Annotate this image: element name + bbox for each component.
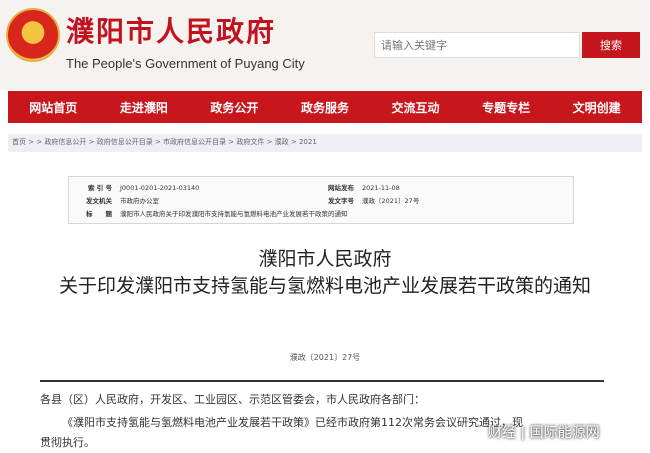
meta-docnum-label: 发文字号 (328, 197, 354, 205)
site-subtitle: The People's Government of Puyang City (66, 56, 305, 71)
national-emblem-logo (6, 8, 60, 62)
nav-item-interaction[interactable]: 交流互动 (386, 99, 446, 116)
nav-item-about[interactable]: 走进濮阳 (114, 99, 174, 116)
meta-date-value: 2021-11-08 (362, 184, 400, 192)
document-title-line1: 濮阳市人民政府 (258, 248, 392, 270)
search-button[interactable]: 搜索 (582, 32, 640, 58)
meta-date-label: 网站发布 (328, 184, 354, 192)
nav-item-gov-service[interactable]: 政务服务 (295, 99, 355, 116)
salutation: 各县（区）人民政府，开发区、工业园区、示范区管委会，市人民政府各部门： (40, 393, 425, 406)
meta-date: 网站发布 2021-11-08 (314, 182, 400, 192)
meta-org-value: 市政府办公室 (120, 197, 159, 205)
meta-org: 发文机关 市政府办公室 (72, 195, 159, 205)
site-header: 濮阳市人民政府 The People's Government of Puyan… (0, 0, 650, 90)
meta-subject-value: 濮阳市人民政府关于印发濮阳市支持氢能与氢燃料电池产业发展若干政策的通知 (120, 210, 348, 218)
search-input[interactable] (374, 32, 580, 58)
meta-index-value: J0001-0201-2021-03140 (120, 184, 200, 192)
star-icon (23, 23, 43, 42)
meta-docnum: 发文字号 濮政〔2021〕27号 (314, 195, 419, 205)
site-title[interactable]: 濮阳市人民政府 (66, 10, 276, 50)
nav-item-civilization[interactable]: 文明创建 (567, 99, 627, 116)
breadcrumb[interactable]: 首页 > > 政府信息公开 > 政府信息公开目录 > 市政府信息公开目录 > 政… (12, 137, 317, 147)
document-title-line2: 关于印发濮阳市支持氢能与氢燃料电池产业发展若干政策的通知 (58, 275, 591, 297)
meta-index: 索 引 号 J0001-0201-2021-03140 (72, 182, 199, 192)
main-nav: 网站首页 走进濮阳 政务公开 政务服务 交流互动 专题专栏 文明创建 (8, 91, 642, 123)
meta-docnum-value: 濮政〔2021〕27号 (362, 197, 420, 205)
nav-item-topics[interactable]: 专题专栏 (476, 99, 536, 116)
nav-item-home[interactable]: 网站首页 (23, 99, 83, 116)
watermark: 财经 | 国际能源网 (488, 425, 600, 441)
document-number: 濮政〔2021〕27号 (289, 353, 361, 362)
nav-item-gov-info[interactable]: 政务公开 (204, 99, 264, 116)
meta-index-label: 索 引 号 (87, 184, 112, 192)
divider (40, 380, 604, 382)
meta-subject-label: 标 题 (86, 210, 112, 218)
body-paragraph-end: 贯彻执行。 (40, 436, 95, 449)
meta-org-label: 发文机关 (86, 197, 112, 205)
meta-subject: 标 题濮阳市人民政府关于印发濮阳市支持氢能与氢燃料电池产业发展若干政策的通知 (72, 208, 348, 218)
body-paragraph-start: 《濮阳市支持氢能与氢燃料电池产业发展若干政策》已经市政府第112次常务会议研究通… (62, 416, 523, 429)
